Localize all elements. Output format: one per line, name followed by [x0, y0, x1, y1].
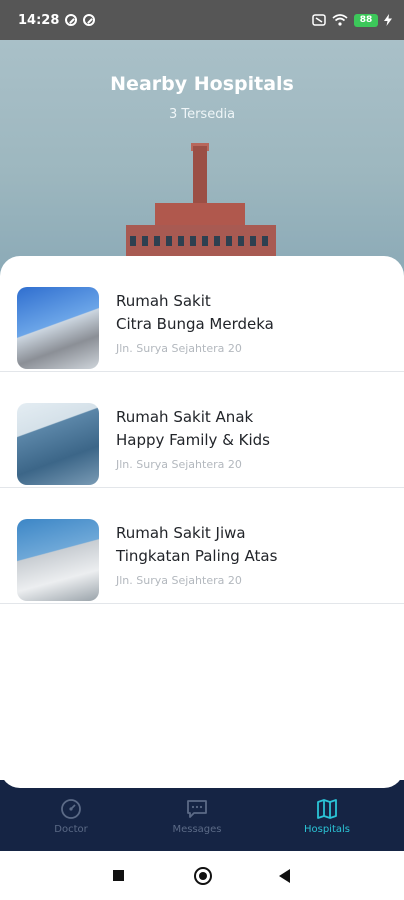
- available-count: 3 Tersedia: [168, 107, 236, 122]
- nav-doctor[interactable]: Doctor: [21, 798, 121, 835]
- hospital-thumbnail: [17, 519, 99, 601]
- hospital-name-line2: Citra Bunga Merdeka: [116, 315, 274, 333]
- hospital-list-item[interactable]: Rumah Sakit Jiwa Tingkatan Paling Atas J…: [0, 488, 404, 604]
- bottom-nav: Doctor Messages Hospitals: [0, 780, 404, 851]
- hospital-thumbnail: [17, 403, 99, 485]
- hospital-thumbnail: [17, 287, 99, 369]
- hospital-name-line1: Rumah Sakit: [116, 292, 211, 310]
- hospital-address: Jln. Surya Sejahtera 20: [116, 458, 242, 471]
- battery-icon: 88: [354, 13, 378, 27]
- hospital-name-line1: Rumah Sakit Jiwa: [116, 524, 246, 542]
- hospital-list: Rumah Sakit Citra Bunga Merdeka Jln. Sur…: [0, 256, 404, 788]
- sim-icon: [312, 14, 326, 26]
- hero-building-chimney: [193, 146, 207, 206]
- hospital-name: Rumah Sakit Anak Happy Family & Kids: [116, 406, 386, 452]
- home-button[interactable]: [194, 867, 212, 885]
- recents-button[interactable]: [113, 870, 124, 881]
- hospital-list-item[interactable]: Rumah Sakit Anak Happy Family & Kids Jln…: [0, 372, 404, 488]
- hero-building-windows: [130, 236, 272, 246]
- hospital-address: Jln. Surya Sejahtera 20: [116, 342, 242, 355]
- status-bar-right: 88: [312, 13, 392, 27]
- wifi-icon: [332, 14, 348, 26]
- hospital-name-line1: Rumah Sakit Anak: [116, 408, 254, 426]
- notification-icon: [65, 14, 78, 26]
- charging-icon: [384, 14, 392, 26]
- status-time: 14:28: [18, 12, 60, 28]
- status-bar-left: 14:28: [18, 12, 96, 28]
- back-button[interactable]: [279, 869, 290, 883]
- page-title: Nearby Hospitals: [110, 73, 294, 95]
- header-hero: Nearby Hospitals 3 Tersedia: [0, 40, 404, 280]
- hospital-list-item[interactable]: Rumah Sakit Citra Bunga Merdeka Jln. Sur…: [0, 256, 404, 372]
- nav-hospitals-label: Hospitals: [303, 824, 350, 835]
- map-icon: [317, 799, 337, 819]
- hospital-name-line2: Happy Family & Kids: [116, 431, 270, 449]
- hospital-name: Rumah Sakit Jiwa Tingkatan Paling Atas: [116, 522, 386, 568]
- nav-doctor-label: Doctor: [54, 824, 88, 835]
- notification-icon-2: [83, 14, 96, 26]
- hospital-name-line2: Tingkatan Paling Atas: [116, 547, 278, 565]
- speedometer-icon: [61, 799, 81, 819]
- chat-icon: [187, 800, 207, 818]
- nav-messages[interactable]: Messages: [147, 798, 247, 835]
- system-nav-bar: [0, 851, 404, 900]
- hospital-name: Rumah Sakit Citra Bunga Merdeka: [116, 290, 386, 336]
- hospital-address: Jln. Surya Sejahtera 20: [116, 574, 242, 587]
- status-bar: 14:28 88: [0, 0, 404, 40]
- nav-hospitals[interactable]: Hospitals: [277, 798, 377, 835]
- nav-messages-label: Messages: [172, 824, 222, 835]
